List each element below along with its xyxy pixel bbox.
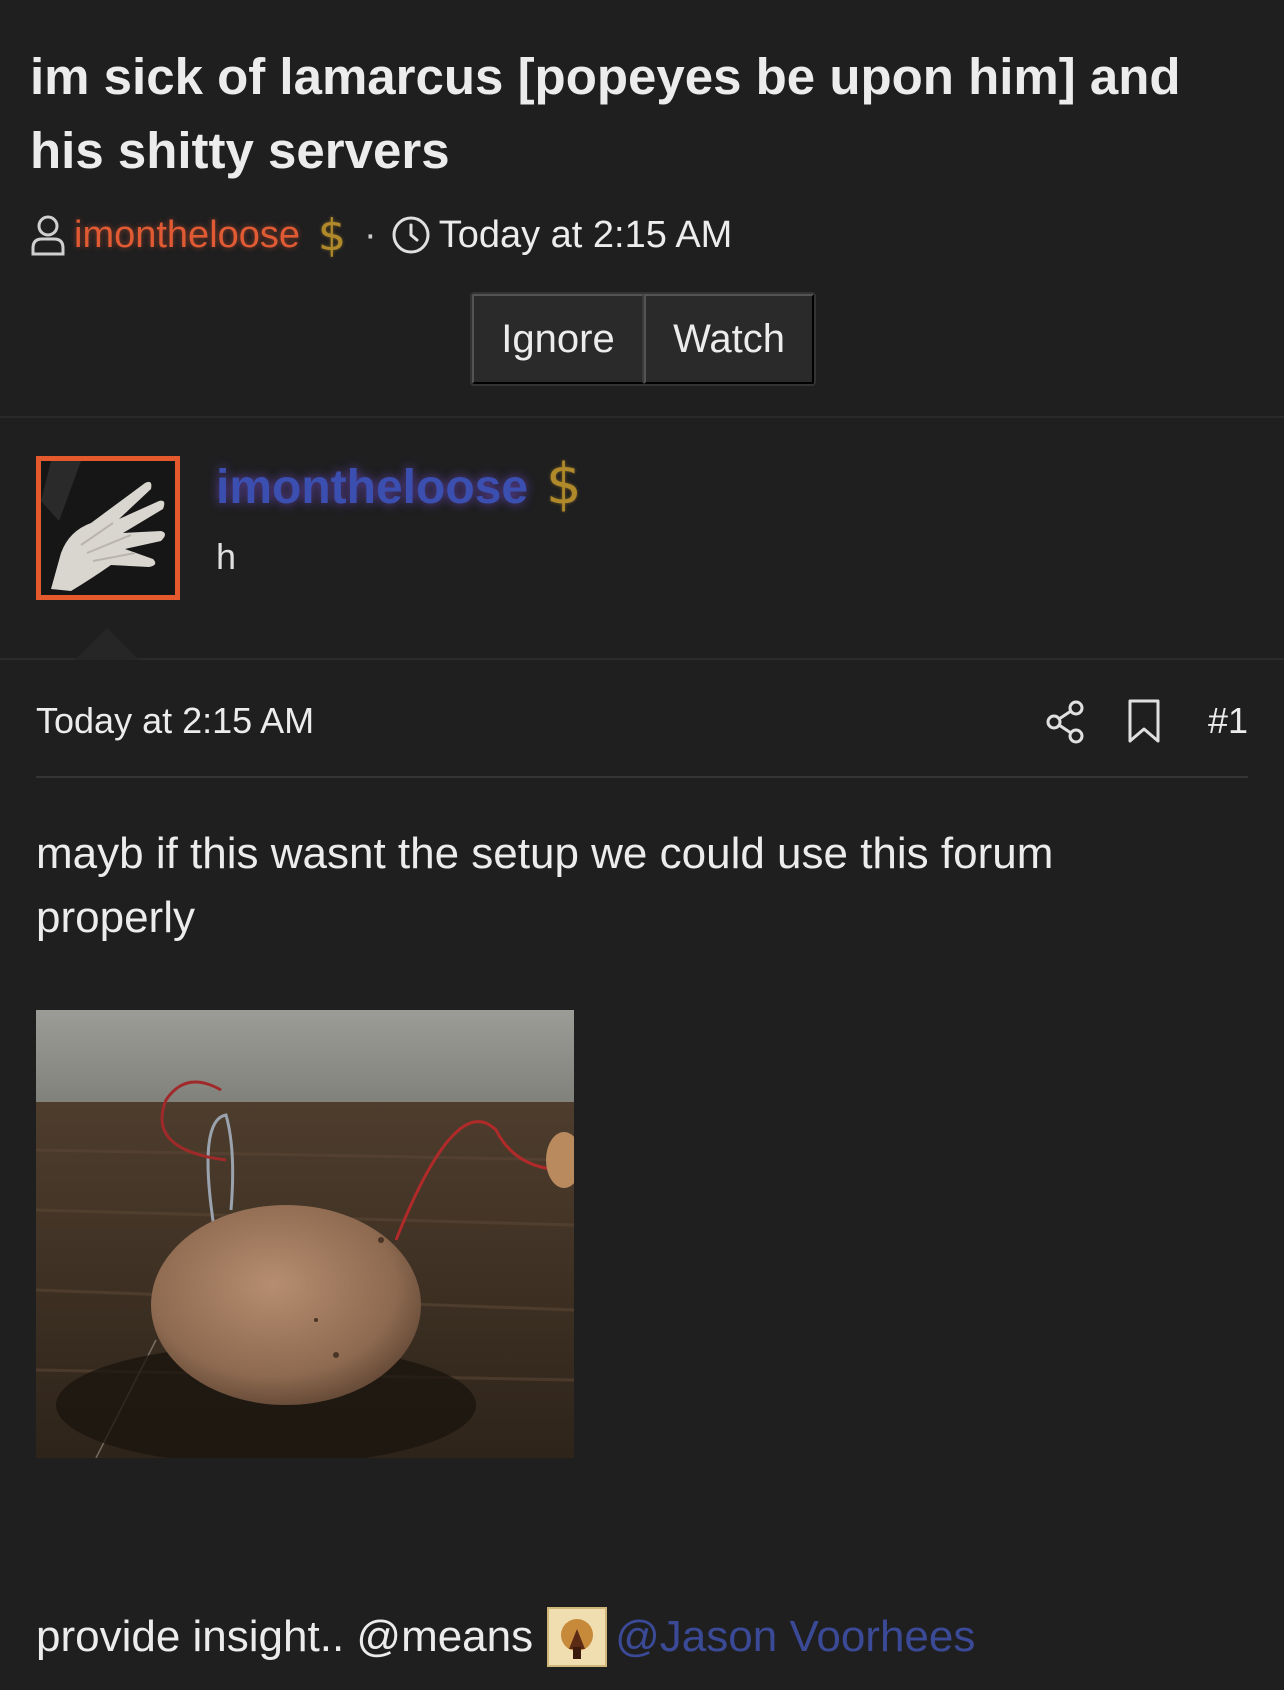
post: Today at 2:15 AM #1 mayb if this wasnt t…: [0, 662, 1284, 1690]
dollar-icon: $: [318, 209, 347, 261]
post-number-link[interactable]: #1: [1208, 700, 1248, 742]
footer-text: provide insight.. @means: [36, 1612, 534, 1661]
author-bar-pointer: [75, 628, 139, 660]
thread-time[interactable]: Today at 2:15 AM: [439, 214, 733, 257]
potato-photo: [36, 1010, 574, 1458]
clock-icon: [392, 216, 430, 254]
thread-title: im sick of lamarcus [popeyes be upon him…: [30, 48, 1181, 179]
mention-link[interactable]: @Jason Voorhees: [615, 1612, 975, 1662]
dollar-icon: $: [546, 452, 582, 517]
bookmark-icon[interactable]: [1126, 698, 1162, 744]
author-user-title: h: [216, 536, 237, 577]
share-icon[interactable]: [1042, 698, 1090, 746]
watch-button[interactable]: Watch: [644, 294, 814, 384]
meta-separator: ·: [364, 213, 377, 256]
post-header: Today at 2:15 AM #1: [36, 698, 1248, 778]
thread-author-link[interactable]: imontheloose: [74, 214, 300, 257]
ignore-button[interactable]: Ignore: [472, 294, 644, 384]
avatar-hand-image: [41, 461, 175, 595]
post-body-text: mayb if this wasnt the setup we could us…: [36, 829, 1054, 942]
thread-meta: imontheloose $ · Today at 2:15 AM: [30, 209, 733, 261]
post-footer-line: provide insight.. @means @Jason Voorhees: [36, 1602, 975, 1672]
attached-image[interactable]: [36, 1010, 574, 1458]
avatar[interactable]: [36, 456, 180, 600]
thread-actions: Ignore Watch: [470, 292, 816, 386]
user-icon: [31, 215, 65, 256]
mention-avatar[interactable]: [547, 1607, 608, 1667]
post-author-bar: imontheloose $ h: [0, 420, 1284, 660]
post-time[interactable]: Today at 2:15 AM: [36, 700, 314, 742]
thread-header: im sick of lamarcus [popeyes be upon him…: [0, 0, 1284, 418]
thread-page: im sick of lamarcus [popeyes be upon him…: [0, 0, 1284, 1690]
post-author-link[interactable]: imontheloose: [216, 460, 528, 515]
